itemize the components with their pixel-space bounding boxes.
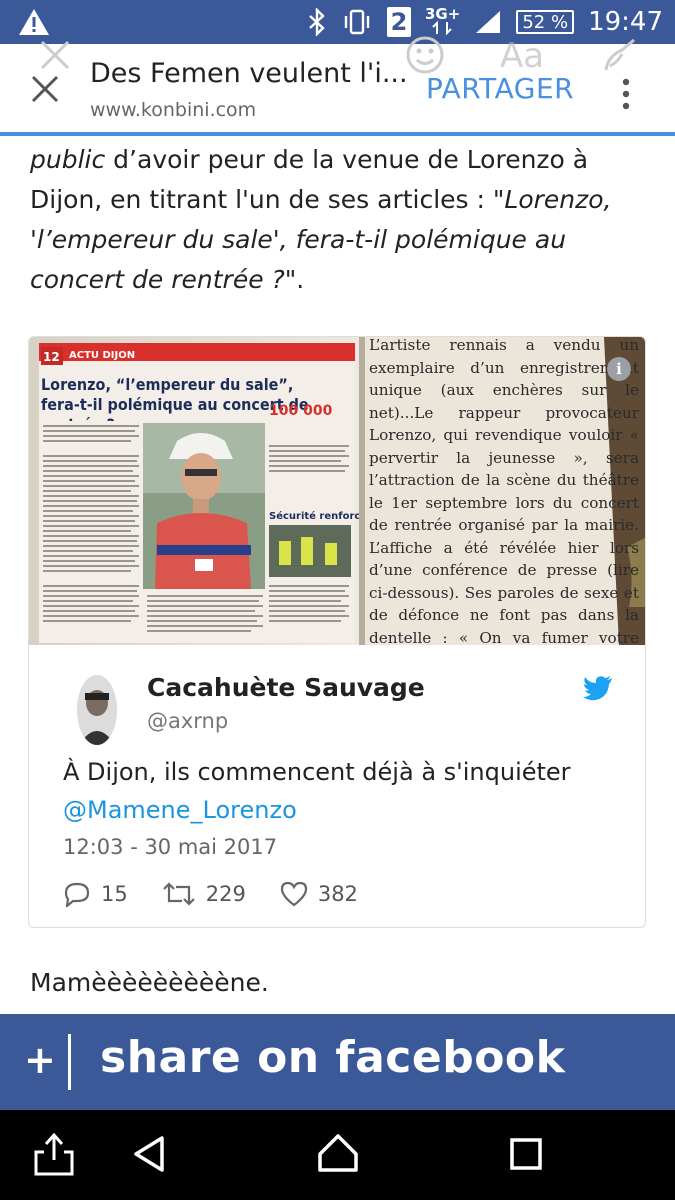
status-bar: 2 3G+ 52 % 19:47 <box>0 0 675 44</box>
like-count: 382 <box>317 882 358 906</box>
like-button[interactable]: 382 <box>280 881 358 907</box>
paragraph-end: . <box>296 265 305 294</box>
newspaper-column-text: L’artiste rennais a vendu un exemplaire … <box>369 337 639 645</box>
display-name[interactable]: Cacahuète Sauvage <box>147 673 425 702</box>
battery-indicator: 52 % <box>516 10 575 34</box>
share-on-facebook-bar[interactable]: + share on facebook <box>0 1014 675 1110</box>
section-label: ACTU DIJON <box>69 350 135 361</box>
clock: 19:47 <box>588 7 663 37</box>
emoji-icon <box>406 36 444 74</box>
info-icon[interactable]: i <box>607 357 631 381</box>
retweet-button[interactable]: 229 <box>162 881 246 907</box>
stat-number: 100 000 <box>269 403 333 419</box>
signal-icon <box>476 11 501 33</box>
retweet-icon <box>162 882 195 906</box>
vibrate-icon <box>344 9 370 35</box>
share-button[interactable]: PARTAGER <box>426 72 574 105</box>
tweet-timestamp[interactable]: 12:03 - 30 mai 2017 <box>63 835 277 859</box>
network-type: 3G+ <box>425 7 460 37</box>
plus-icon[interactable]: + <box>24 1038 56 1082</box>
avatar[interactable] <box>77 675 117 745</box>
bluetooth-icon <box>309 8 325 36</box>
page-title: Des Femen veulent l'i... <box>90 58 408 89</box>
article-paragraph: public d’avoir peur de la venue de Loren… <box>30 140 630 300</box>
brush-icon <box>604 38 635 71</box>
tweet-body: Cacahuète Sauvage @axrnp À Dijon, ils co… <box>29 645 645 927</box>
close-icon[interactable] <box>30 74 60 104</box>
warning-icon <box>19 9 49 35</box>
sim-slot-badge: 2 <box>387 7 411 37</box>
reply-button[interactable]: 15 <box>63 881 128 907</box>
newspaper-photo[interactable]: 12 ACTU DIJON Lorenzo, “l’empereur du sa… <box>29 337 645 645</box>
embedded-tweet[interactable]: 12 ACTU DIJON Lorenzo, “l’empereur du sa… <box>28 336 646 928</box>
page-url: www.konbini.com <box>90 99 257 121</box>
page-number: 12 <box>43 350 60 364</box>
navigation-bar <box>0 1110 675 1200</box>
italic-word: public <box>30 145 106 174</box>
share-on-facebook-button[interactable]: share on facebook <box>100 1032 565 1083</box>
data-arrows-icon <box>431 20 452 36</box>
recents-icon[interactable] <box>502 1130 550 1178</box>
ghost-close-icon <box>40 40 70 70</box>
home-icon[interactable] <box>314 1130 362 1178</box>
user-handle[interactable]: @axrnp <box>147 709 228 733</box>
share-icon[interactable] <box>30 1130 78 1178</box>
mention-link[interactable]: @Mamene_Lorenzo <box>63 791 297 829</box>
security-heading: Sécurité renforcée <box>269 510 374 522</box>
more-menu-icon[interactable] <box>614 74 638 114</box>
tweet-text: À Dijon, ils commencent déjà à s'inquiét… <box>63 758 571 786</box>
retweet-count: 229 <box>205 882 246 906</box>
browser-toolbar: Des Femen veulent l'i... www.konbini.com… <box>0 36 675 136</box>
closing-line: Mamèèèèèèèèène. <box>30 968 269 997</box>
tweet-actions: 15 229 382 <box>63 881 358 907</box>
reply-icon <box>64 882 90 907</box>
reply-count: 15 <box>101 882 128 906</box>
heart-icon <box>280 881 307 907</box>
text-size-overlay: Aa <box>500 36 545 76</box>
twitter-bird-icon[interactable] <box>583 675 613 701</box>
back-icon[interactable] <box>126 1130 174 1178</box>
newspaper-image: 12 ACTU DIJON Lorenzo, “l’empereur du sa… <box>29 337 645 645</box>
divider <box>68 1034 71 1090</box>
